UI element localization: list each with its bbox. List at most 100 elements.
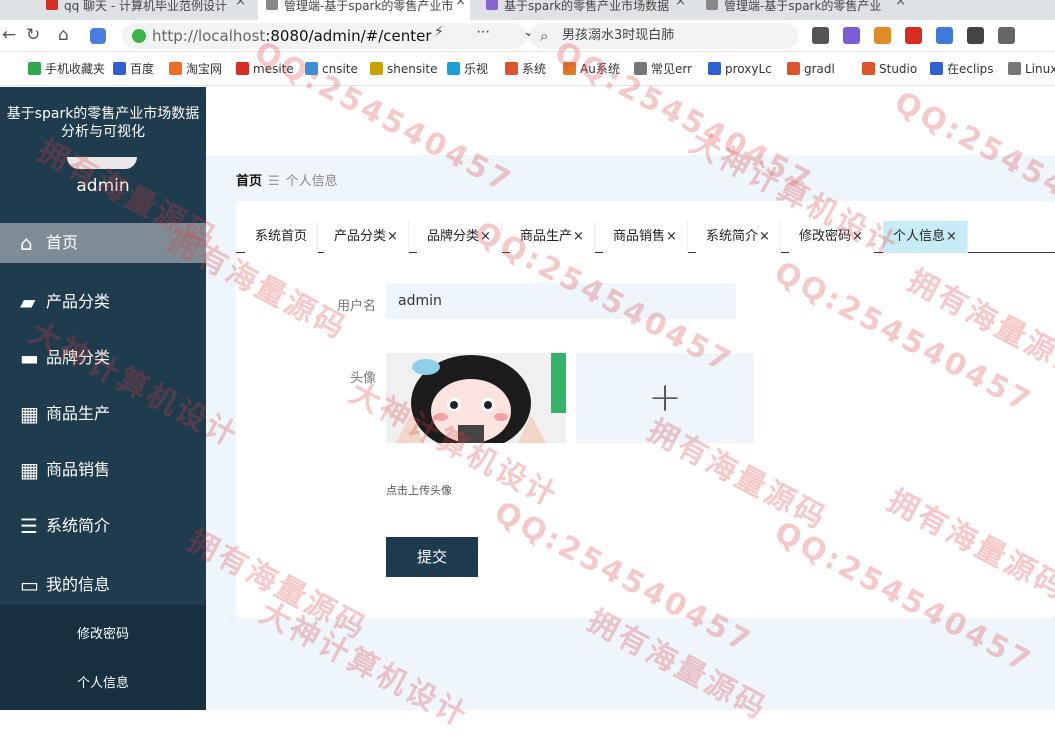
bookmark-label: 手机收藏夹 [45, 62, 106, 76]
plus-icon: + [648, 375, 682, 421]
bookmark-item[interactable]: 在eclips [930, 61, 994, 77]
bookmark-label: mesite [253, 62, 294, 76]
sidebar-item[interactable]: ▬ 品牌分类 [0, 338, 206, 378]
close-tab-icon[interactable]: × [852, 229, 863, 244]
bookmark-item[interactable]: gradl [787, 61, 835, 77]
page-tab[interactable]: 产品分类× [324, 221, 409, 253]
page-tab[interactable]: 系统首页 [245, 221, 319, 253]
sidebar-item[interactable]: ⌂ 首页 [0, 223, 206, 263]
browser-tab-title: 基于spark的零售产业市场数据 [504, 0, 670, 13]
close-tab-icon[interactable]: × [455, 0, 466, 8]
sliders-icon: ☰ [20, 514, 38, 538]
avatar-uploader[interactable]: + [576, 353, 754, 443]
bookmark-item[interactable]: Linux [1008, 61, 1055, 77]
sidebar-item[interactable]: ▰ 产品分类 [0, 282, 206, 322]
home-icon: ⌂ [20, 231, 33, 255]
bookmark-item[interactable]: 乐视 [447, 61, 488, 77]
page-tab[interactable]: 品牌分类× [417, 221, 502, 253]
bookmark-label: 在eclips [947, 62, 994, 76]
submenu-my-info: 修改密码 个人信息 [0, 605, 206, 710]
browser-tab[interactable]: 基于spark的零售产业市场数据 × [478, 0, 690, 20]
home-icon[interactable]: ⌂ [58, 25, 69, 45]
bookmark-icon [862, 62, 875, 75]
bookmark-label: 百度 [130, 62, 155, 76]
close-tab-icon[interactable]: × [573, 229, 584, 244]
submenu-item-profile[interactable]: 个人信息 [0, 672, 206, 691]
address-bar: ← ↻ ⌂ http://localhost:8080/admin/#/cent… [0, 20, 1055, 52]
translate-icon[interactable] [843, 27, 860, 44]
page-tab[interactable]: 修改密码× [789, 221, 874, 253]
grid-icon: ▦ [20, 458, 39, 482]
bookmark-item[interactable]: shensite [370, 61, 438, 77]
breadcrumb: 首页 ☰ 个人信息 [236, 170, 338, 189]
sidebar-avatar [67, 157, 137, 169]
username-input[interactable]: admin [386, 283, 736, 319]
box-icon[interactable] [967, 27, 984, 44]
sidebar-item-label: 产品分类 [46, 292, 111, 311]
bookmark-icon [305, 62, 318, 75]
username-label: 用户名 [336, 299, 376, 314]
bookmarks-bar: 手机收藏夹 百度 淘宝网 mesite cnsite shensite 乐视 系统 Au系统 常见… [0, 52, 1055, 86]
close-tab-icon[interactable]: × [759, 229, 770, 244]
app-title: 基于spark的零售产业市场数据分析与可视化 [6, 106, 200, 140]
sidebar-item-label: 商品销售 [46, 460, 111, 479]
bookmark-label: 乐视 [464, 62, 489, 76]
close-tab-icon[interactable]: × [946, 229, 957, 244]
ai-extension-icon[interactable] [90, 28, 106, 44]
page-tab[interactable]: 个人信息× [883, 221, 968, 253]
sidebar-item[interactable]: ▭ 我的信息 [0, 565, 206, 605]
browser-tab[interactable]: 管理端-基于spark的零售产业 × [698, 0, 910, 20]
browser-tab-title: 管理端-基于spark的零售产业 [724, 0, 882, 13]
close-tab-icon[interactable]: × [387, 229, 398, 244]
weibo-icon[interactable] [905, 27, 922, 44]
back-icon[interactable]: ← [2, 25, 16, 45]
game-icon[interactable] [874, 27, 891, 44]
browser-tabstrip: qq 聊天 - 计算机毕业范例设计 × 管理端-基于spark的零售产业市 × 基于sp… [0, 0, 1055, 20]
browser-tab-title: qq 聊天 - 计算机毕业范例设计 [64, 0, 228, 13]
id-card-icon: ▭ [20, 573, 39, 597]
page-tab[interactable]: 商品生产× [510, 221, 595, 253]
submit-button[interactable]: 提交 [386, 537, 478, 577]
bookmark-item[interactable]: mesite [236, 61, 294, 77]
bookmark-item[interactable]: 常见err [634, 61, 692, 77]
sidebar-item[interactable]: ▦ 商品生产 [0, 394, 206, 434]
submenu-item-change-password[interactable]: 修改密码 [0, 623, 206, 642]
bookmark-item[interactable]: cnsite [305, 61, 358, 77]
reload-icon[interactable]: ↻ [26, 25, 40, 45]
breadcrumb-home[interactable]: 首页 [236, 174, 262, 189]
puzzle-icon[interactable] [998, 27, 1015, 44]
browser-tab[interactable]: 管理端-基于spark的零售产业市 × [258, 0, 470, 20]
bookmark-item[interactable]: 系统 [505, 61, 546, 77]
grid-icon: ▦ [20, 402, 39, 426]
url-path: :8080/admin/#/center [265, 27, 432, 45]
sidebar-item-label: 我的信息 [46, 575, 111, 594]
sidebar-item[interactable]: ▦ 商品销售 [0, 450, 206, 490]
bookmark-item[interactable]: 百度 [113, 61, 154, 77]
close-tab-icon[interactable]: × [235, 0, 246, 8]
bookmark-item[interactable]: Au系统 [563, 61, 620, 77]
tab-favicon-icon [706, 0, 718, 10]
search-input[interactable]: ⌕ 男孩溺水3时现白肺 [530, 23, 798, 49]
profile-card: 系统首页 产品分类× 品牌分类× 商品生产× 商品销售× 系统简介× 修改密码× 个人信息× … [236, 201, 1055, 618]
avatar-image [386, 353, 566, 443]
close-tab-icon[interactable]: × [675, 0, 686, 8]
page-tab[interactable]: 商品销售× [603, 221, 688, 253]
scissors-icon[interactable] [812, 27, 829, 44]
close-tab-icon[interactable]: × [666, 229, 677, 244]
tab-favicon-icon [266, 0, 278, 10]
bookmark-item[interactable]: Studio [862, 61, 917, 77]
bookmark-item[interactable]: proxyLc [708, 61, 772, 77]
bookmark-item[interactable]: 手机收藏夹 [28, 61, 105, 77]
close-tab-icon[interactable]: × [895, 0, 906, 8]
page-tab[interactable]: 系统简介× [696, 221, 781, 253]
bookmark-label: shensite [387, 62, 438, 76]
sidebar-item[interactable]: ☰ 系统简介 [0, 506, 206, 546]
mail-icon[interactable] [936, 27, 953, 44]
sidebar-item-label: 品牌分类 [46, 348, 111, 367]
browser-tab[interactable]: qq 聊天 - 计算机毕业范例设计 × [38, 0, 250, 20]
bookmark-label: 淘宝网 [186, 62, 223, 76]
bookmark-item[interactable]: 淘宝网 [169, 61, 222, 77]
close-tab-icon[interactable]: × [480, 229, 491, 244]
bookmark-icon [708, 62, 721, 75]
bookmark-label: 系统 [522, 62, 547, 76]
